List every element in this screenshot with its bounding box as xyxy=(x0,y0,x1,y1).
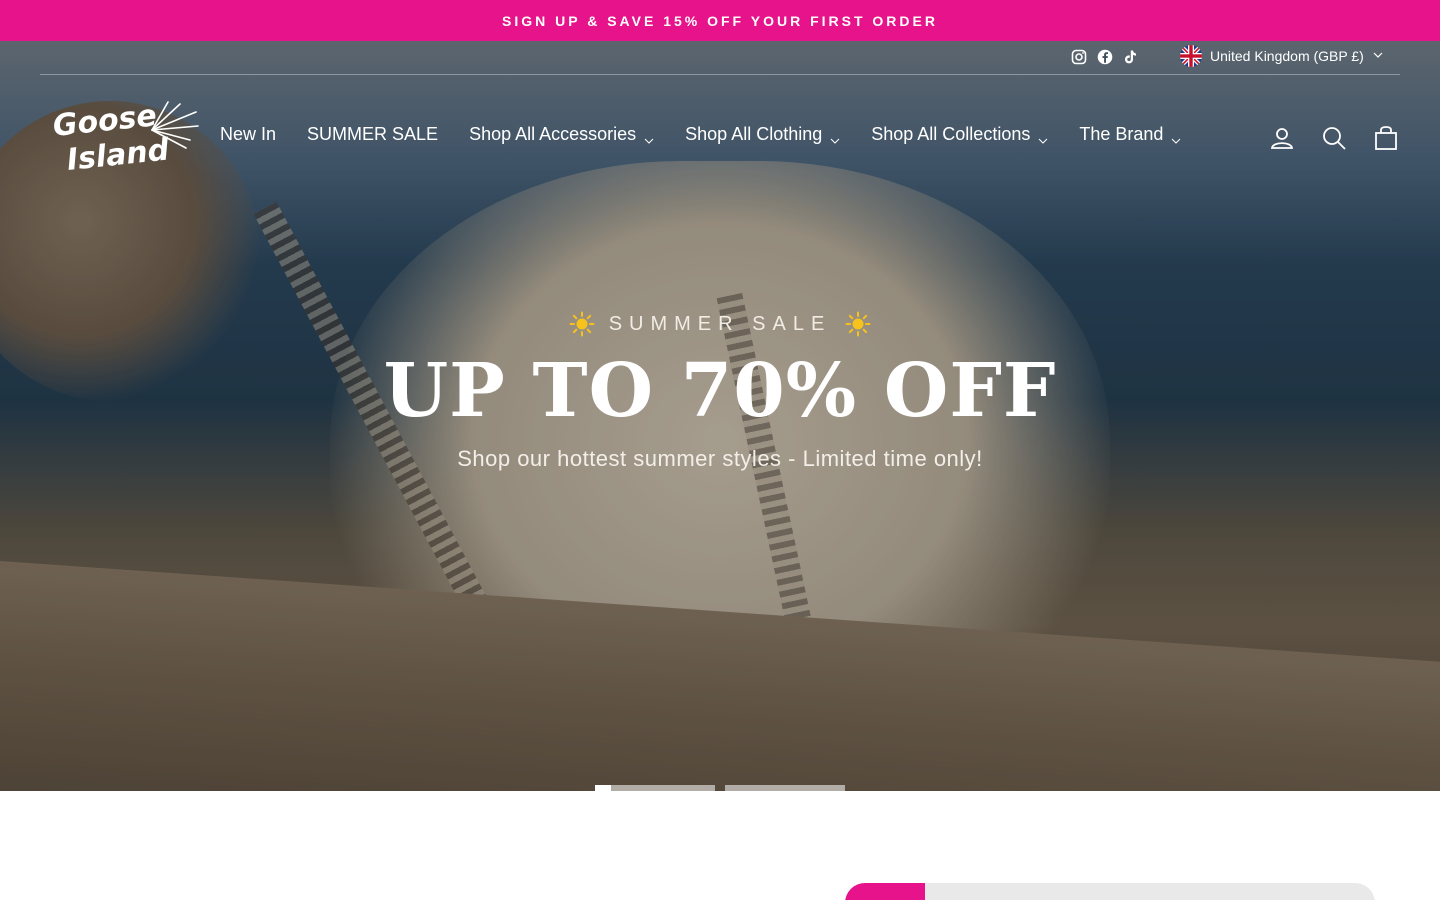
instagram-icon[interactable] xyxy=(1070,48,1088,66)
tiktok-icon[interactable] xyxy=(1122,48,1140,66)
nav-item-label: SUMMER SALE xyxy=(307,124,439,144)
cart-icon[interactable] xyxy=(1372,124,1400,152)
nav-item-shop-all-accessories[interactable]: Shop All Accessories xyxy=(469,124,654,145)
chevron-down-icon xyxy=(644,130,654,144)
utility-bar: United Kingdom (GBP £) xyxy=(40,41,1400,75)
nav-item-shop-all-clothing[interactable]: Shop All Clothing xyxy=(685,124,840,145)
chevron-down-icon xyxy=(830,130,840,144)
goose-island-logo[interactable]: Goose Island xyxy=(40,98,200,178)
chevron-down-icon xyxy=(1038,130,1048,144)
social-links xyxy=(1070,48,1140,66)
nav-item-shop-all-collections[interactable]: Shop All Collections xyxy=(871,124,1048,145)
hero-eyebrow: SUMMER SALE xyxy=(0,310,1440,338)
announcement-bar[interactable]: SIGN UP & SAVE 15% OFF YOUR FIRST ORDER xyxy=(0,0,1440,41)
promo-card-preview[interactable] xyxy=(845,883,1375,900)
nav-item-new-in[interactable]: New In xyxy=(220,124,276,145)
facebook-icon[interactable] xyxy=(1096,48,1114,66)
announcement-text[interactable]: SIGN UP & SAVE 15% OFF YOUR FIRST ORDER xyxy=(502,13,938,29)
nav-item-label: Shop All Clothing xyxy=(685,124,823,144)
nav-item-label: Shop All Collections xyxy=(871,124,1031,144)
main-nav: New In SUMMER SALE Shop All Accessories … xyxy=(220,124,1212,145)
hero-eyebrow-text: SUMMER SALE xyxy=(608,312,832,335)
nav-item-summer-sale[interactable]: SUMMER SALE xyxy=(307,124,438,145)
nav-item-label: Shop All Accessories xyxy=(469,124,637,144)
hero-subline: Shop our hottest summer styles - Limited… xyxy=(457,446,983,471)
account-icon[interactable] xyxy=(1268,124,1296,152)
country-selector-label: United Kingdom (GBP £) xyxy=(1210,48,1364,64)
uk-flag-icon xyxy=(1180,45,1202,67)
chevron-down-icon xyxy=(1171,130,1181,144)
country-selector[interactable]: United Kingdom (GBP £) xyxy=(1180,45,1384,67)
nav-item-label: New In xyxy=(220,124,277,144)
sun-icon xyxy=(569,311,595,337)
sun-icon xyxy=(845,311,871,337)
search-icon[interactable] xyxy=(1320,124,1348,152)
chevron-down-icon xyxy=(1372,48,1384,64)
hero-headline: UP TO 70% OFF xyxy=(383,348,1057,434)
header-actions xyxy=(1268,124,1400,152)
hero-content: SUMMER SALE UP TO 70% OFF Shop our hotte… xyxy=(0,310,1440,472)
site-header: Goose Island New In SUMMER SALE Shop All… xyxy=(40,98,1400,180)
nav-item-label: The Brand xyxy=(1079,124,1164,144)
nav-item-the-brand[interactable]: The Brand xyxy=(1079,124,1181,145)
